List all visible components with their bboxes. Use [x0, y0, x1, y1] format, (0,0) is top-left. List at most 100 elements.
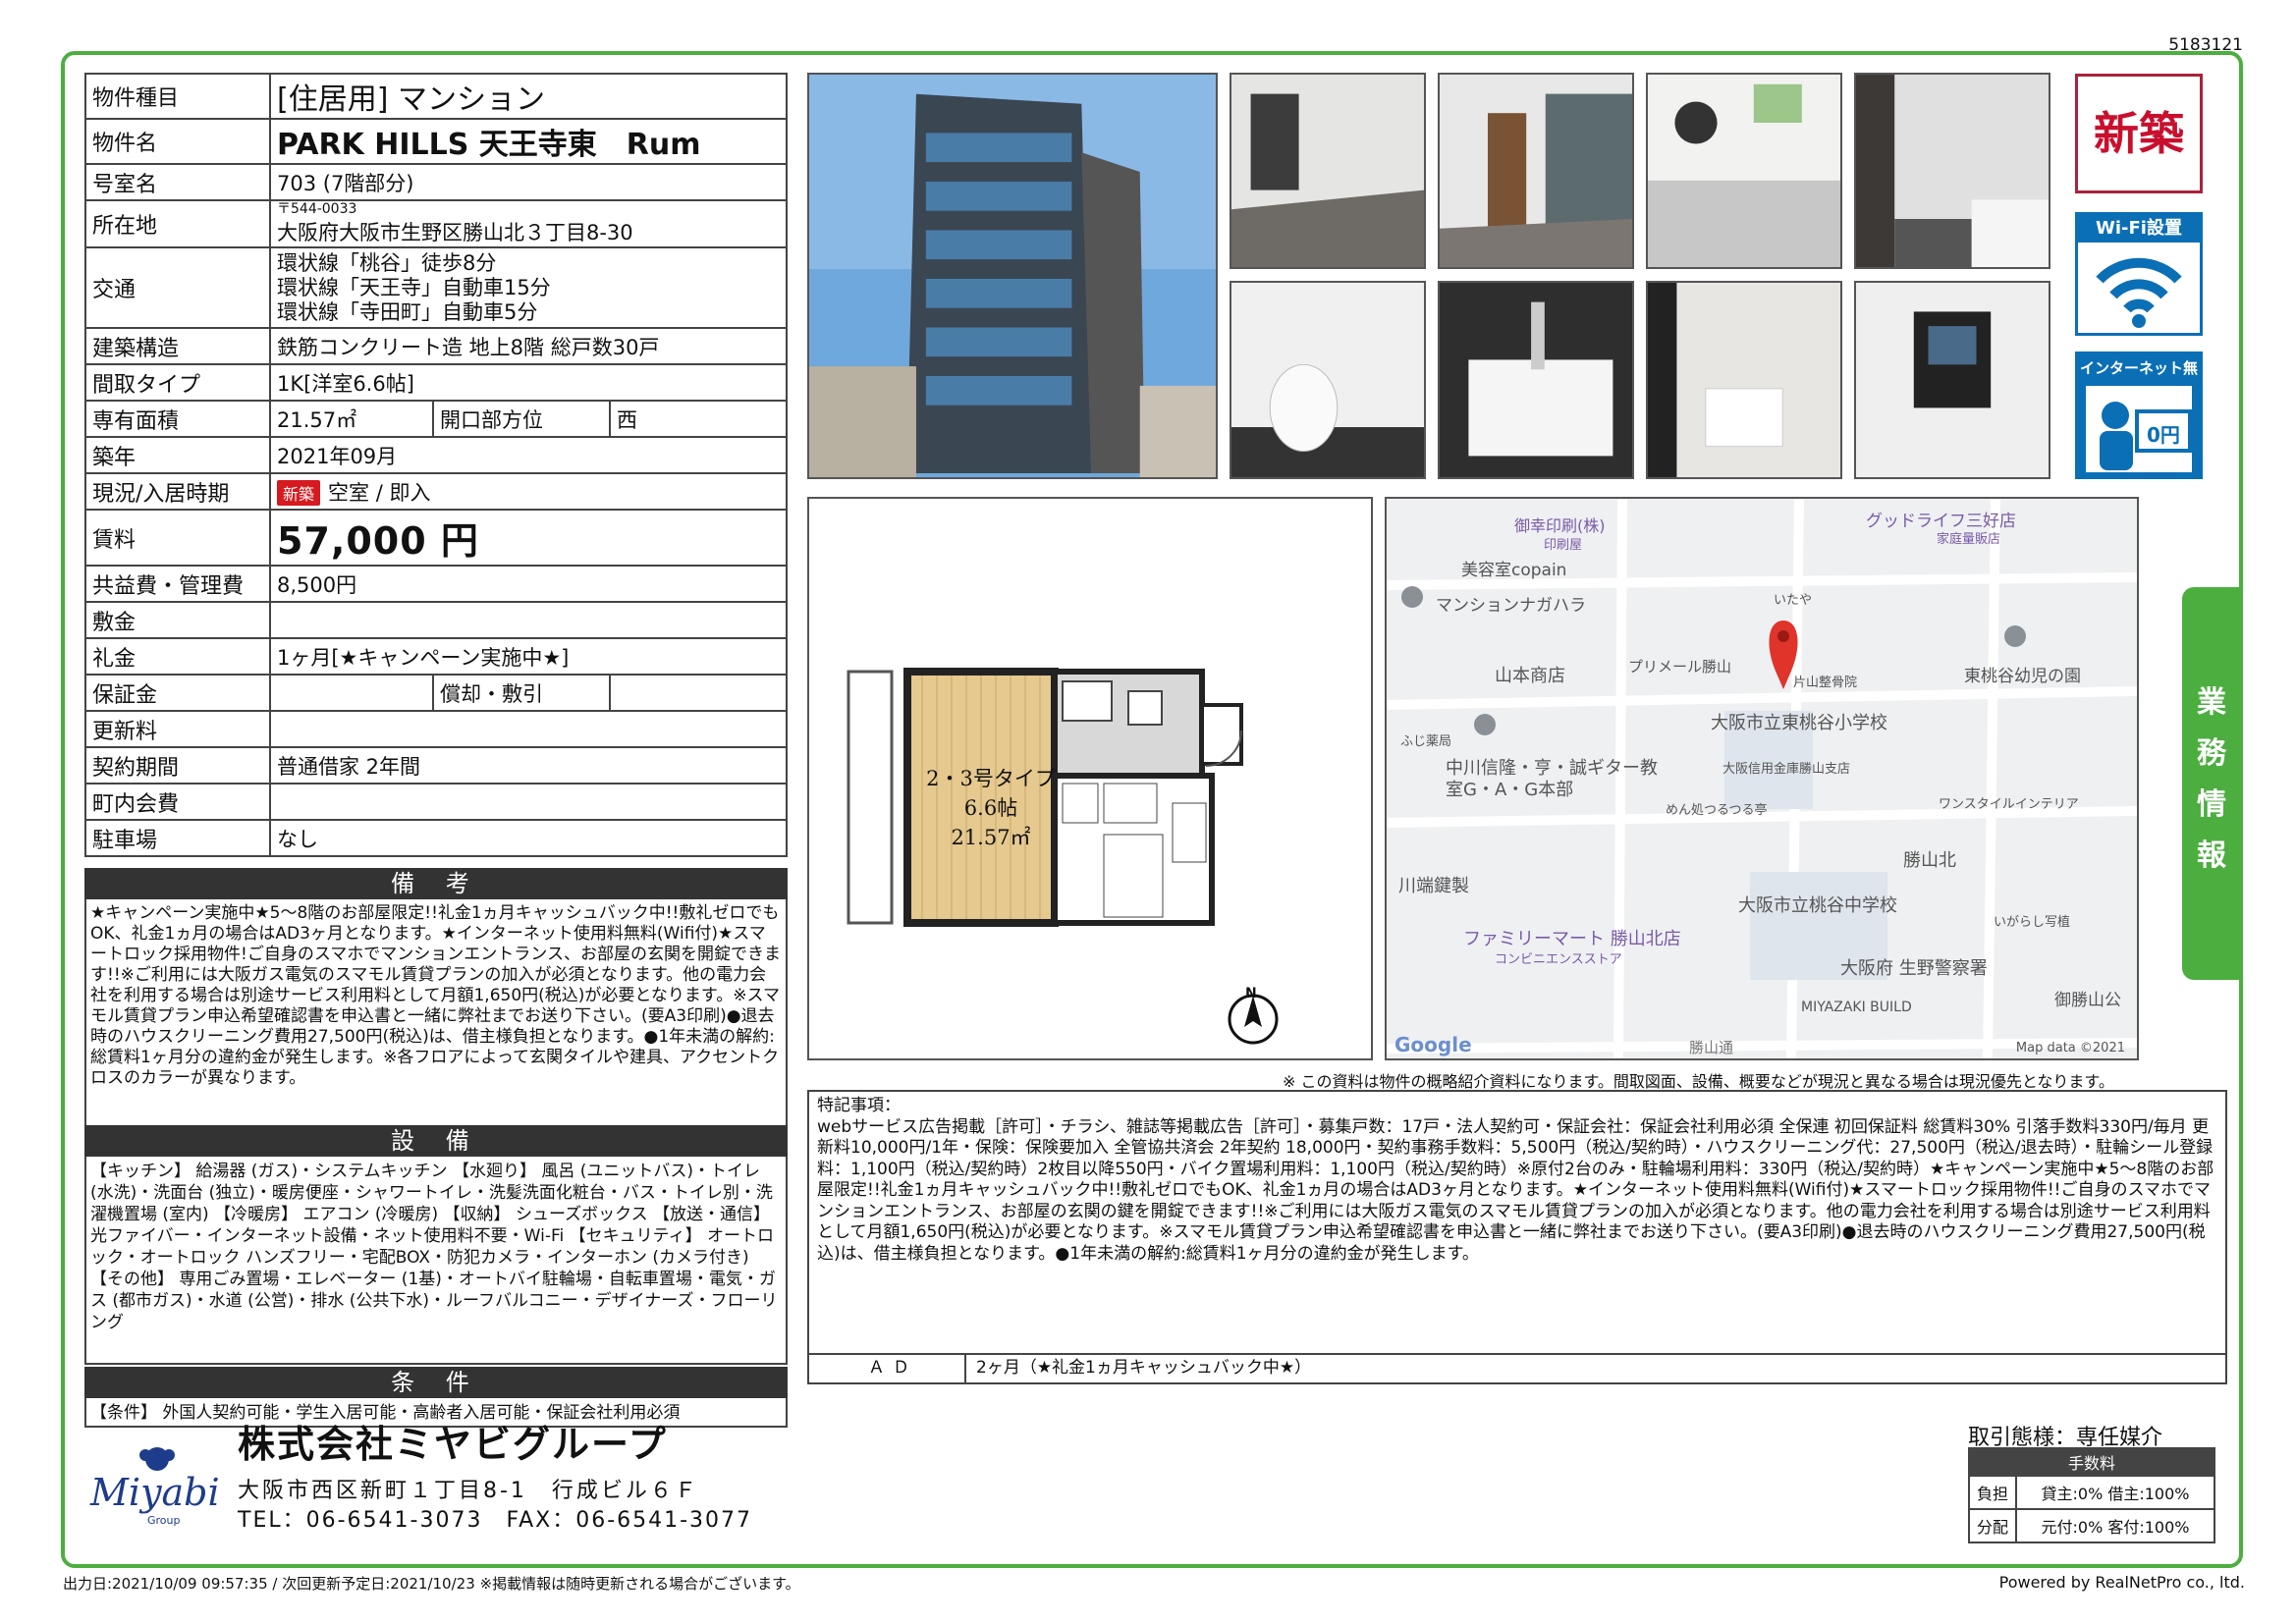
plan-size-label: 6.6帖 [963, 796, 1018, 820]
row-label: 礼金 [84, 637, 271, 676]
table-row: 号室名 703 (7階部分) [84, 163, 788, 201]
map-label: MIYAZAKI BUILD [1801, 1000, 1912, 1015]
equipment-title: 設 備 [84, 1125, 788, 1157]
remarks-title: 備 考 [84, 868, 788, 899]
new-badge: 新築 [277, 479, 321, 506]
table-row: 契約期間 普通借家 2年間 [84, 746, 788, 784]
table-row: 町内会費 [84, 783, 788, 821]
equipment-text: 【キッチン】 給湯器 (ガス)・システムキッチン 【水廻り】 風呂 (ユニットバ… [84, 1157, 788, 1365]
row-label: 共益費・管理費 [84, 565, 271, 603]
logo-text: Miyabi [90, 1471, 220, 1514]
table-row: 現況/入居時期 新築 空室 / 即入 [84, 472, 788, 511]
table-row: 分配 元付:0% 客付:100% [1968, 1508, 2215, 1543]
table-row: 所在地 〒544-0033 大阪府大阪市生野区勝山北３丁目8-30 [84, 199, 788, 248]
built-year: 2021年09月 [269, 436, 788, 474]
access-line: 環状線「桃谷」徒歩8分 [277, 250, 497, 275]
table-row: 礼金 1ヶ月[★キャンペーン実施中★] [84, 637, 788, 676]
amortization [609, 674, 788, 712]
row-label: 現況/入居時期 [84, 472, 271, 511]
tab-char: 報 [2197, 839, 2226, 873]
map-pin-icon [1474, 714, 1496, 735]
postal-code: 〒544-0033 [277, 200, 357, 217]
table-row: 物件名 PARK HILLS 天王寺東 Rum [84, 118, 788, 165]
special-notes-text: webサービス広告掲載［許可］・チラシ、雑誌等掲載広告［許可］・募集戸数：17戸… [817, 1116, 2214, 1264]
company-name: 株式会社ミヤビグループ [238, 1423, 668, 1466]
row-label: 契約期間 [84, 746, 271, 784]
room-photo-5 [1230, 281, 1426, 479]
room-photo-7 [1646, 281, 1842, 479]
map-label: 御幸印刷(株) [1514, 516, 1606, 535]
structure: 鉄筋コンクリート造 地上8階 総戸数30戸 [269, 327, 788, 365]
north-label: N [1245, 986, 1257, 1001]
new-building-badge: 新築 [2075, 74, 2203, 193]
equipment-section: 設 備 【キッチン】 給湯器 (ガス)・システムキッチン 【水廻り】 風呂 (ユ… [84, 1125, 788, 1365]
map-label: 大阪府 生野警察署 [1840, 958, 1988, 979]
table-row: 更新料 [84, 710, 788, 748]
area: 21.57㎡ [269, 400, 434, 438]
table-row: 建築構造 鉄筋コンクリート造 地上8階 総戸数30戸 [84, 327, 788, 365]
map-label: 大阪市立東桃谷小学校 [1711, 713, 1887, 733]
map-attribution: Map data ©2021 [2015, 1041, 2125, 1055]
business-info-tab[interactable]: 業 務 情 報 [2182, 587, 2241, 980]
contract-period: 普通借家 2年間 [269, 746, 788, 784]
property-table: 物件種目 [住居用] マンション 物件名 PARK HILLS 天王寺東 Rum 号… [84, 73, 788, 857]
fee-label: 分配 [1968, 1508, 2017, 1543]
tab-char: 業 [2197, 685, 2226, 720]
google-logo: Google [1394, 1033, 1472, 1056]
map-label: 山本商店 [1495, 666, 1565, 686]
table-row: 築年 2021年09月 [84, 436, 788, 474]
table-row: 賃料 57,000 円 [84, 509, 788, 567]
access-line: 環状線「天王寺」自動車15分 [277, 275, 551, 299]
room-photo-2 [1438, 73, 1634, 269]
company-logo: Miyabi Group [88, 1441, 226, 1530]
room-photo-1 [1230, 73, 1426, 269]
table-row: 物件種目 [住居用] マンション [84, 73, 788, 120]
floor-plan-drawing [847, 668, 1279, 1045]
row-label: 専有面積 [84, 400, 271, 438]
table-row: 負担 貸主:0% 借主:100% [1968, 1475, 2215, 1510]
direction: 西 [609, 400, 788, 438]
map-label: 印刷屋 [1544, 538, 1583, 553]
special-notes: 特記事項： webサービス広告掲載［許可］・チラシ、雑誌等掲載広告［許可］・募集… [807, 1090, 2227, 1355]
row-label: 築年 [84, 436, 271, 474]
deposit [269, 601, 788, 639]
room-photo-4 [1854, 73, 2050, 269]
property-type: [住居用] マンション [269, 73, 788, 120]
bathroom-image [1856, 75, 2049, 267]
row-label: 賃料 [84, 509, 271, 567]
sink-image [1440, 283, 1632, 477]
map-label: コンビニエンスストア [1495, 952, 1622, 967]
map-label: 中川信隆・亨・誠ギター教室G・A・G本部 [1446, 758, 1658, 800]
map-label: マンションナガハラ [1436, 596, 1586, 616]
map-label: ふじ薬局 [1400, 734, 1452, 749]
table-row: 手数料 [1968, 1447, 2215, 1477]
fee-value: 元付:0% 客付:100% [2015, 1508, 2215, 1543]
row-label: 所在地 [84, 199, 271, 248]
room-image [1440, 75, 1632, 267]
access-line: 環状線「寺田町」自動車5分 [277, 299, 538, 324]
location-map[interactable]: 御幸印刷(株) 印刷屋 グッドライフ三好店 家庭量販店 美容室copain マン… [1385, 497, 2139, 1060]
key-money: 1ヶ月[★キャンペーン実施中★] [269, 637, 788, 676]
footer-powered-by: Powered by RealNetPro co., ltd. [1998, 1573, 2245, 1592]
special-notes-title: 特記事項： [817, 1096, 901, 1115]
map-label: 美容室copain [1461, 561, 1567, 580]
row-label: 敷金 [84, 601, 271, 639]
parking: なし [269, 819, 788, 857]
status: 新築 空室 / 即入 [269, 472, 788, 511]
fee-header: 手数料 [1968, 1447, 2215, 1477]
layout-type: 1K[洋室6.6帖] [269, 363, 788, 402]
floor-plan-labels: 2・3号タイプ 6.6帖 21.57㎡ [917, 764, 1065, 852]
building-image [809, 75, 1216, 477]
footer-output-date: 出力日:2021/10/09 09:57:35 / 次回更新予定日:2021/1… [63, 1575, 800, 1593]
table-row: 共益費・管理費 8,500円 [84, 565, 788, 603]
row-label: 物件名 [84, 118, 271, 165]
management-fee: 8,500円 [269, 565, 788, 603]
free-internet-badge: インターネット無料 0円 [2075, 352, 2203, 479]
disclaimer: ※ この資料は物件の概略紹介資料になります。間取図面、設備、概要などが現況と異な… [1283, 1072, 2114, 1091]
logo-subtext: Group [147, 1514, 181, 1527]
map-label: いたや [1774, 593, 1813, 608]
row-label: 駐車場 [84, 819, 271, 857]
remarks-text: ★キャンペーン実施中★5～8階のお部屋限定!!礼金1ヵ月キャッシュバック中!!敷… [84, 899, 788, 1155]
room-photo-8 [1854, 281, 2050, 479]
toilet-image [1231, 283, 1424, 477]
